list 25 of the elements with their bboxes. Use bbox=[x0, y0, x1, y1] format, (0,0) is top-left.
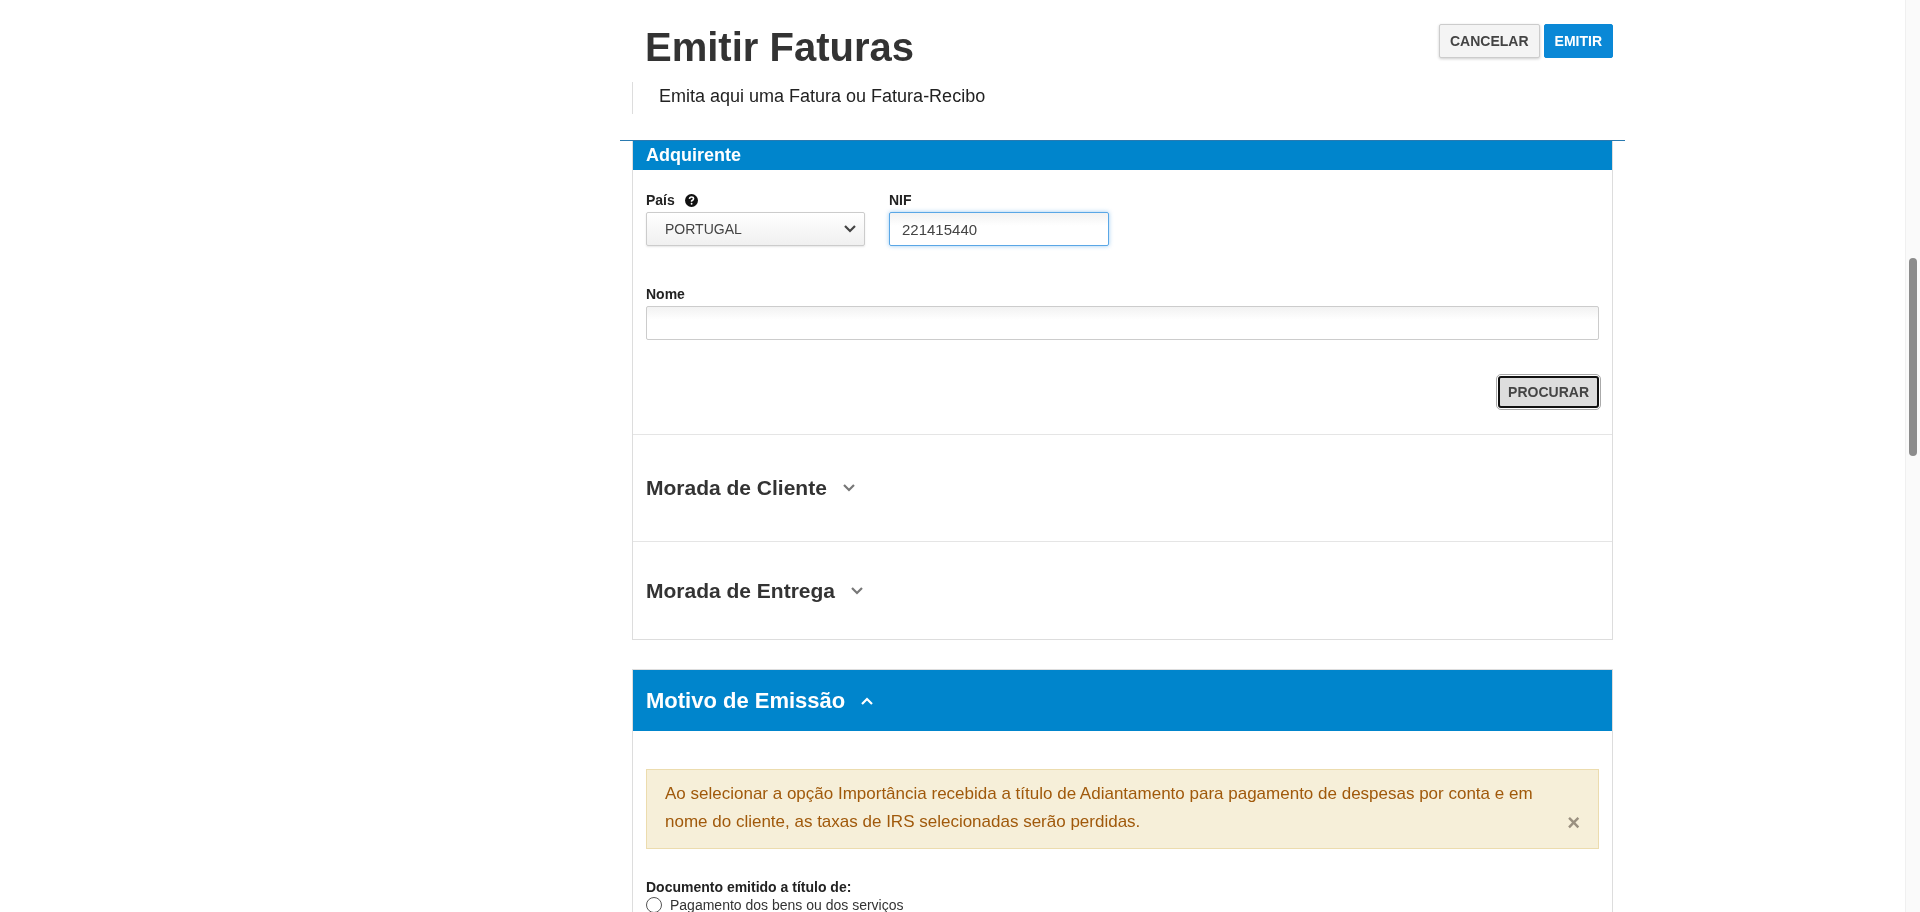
chevron-up-icon bbox=[861, 696, 874, 705]
name-field[interactable] bbox=[646, 306, 1599, 340]
radio-label: Pagamento dos bens ou dos serviços bbox=[670, 897, 904, 912]
nif-field[interactable]: 221415440 bbox=[889, 212, 1109, 246]
chevron-down-icon bbox=[844, 225, 856, 233]
emit-button[interactable]: EMITIR bbox=[1543, 24, 1613, 58]
search-button[interactable]: PROCURAR bbox=[1498, 376, 1599, 408]
scrollbar-thumb[interactable] bbox=[1909, 258, 1917, 456]
radio-button[interactable] bbox=[646, 897, 662, 912]
section-title: Motivo de Emissão bbox=[646, 687, 846, 714]
country-select[interactable]: PORTUGAL bbox=[646, 212, 865, 246]
field-label: Documento emitido a título de: bbox=[646, 879, 853, 895]
field-label: NIF bbox=[889, 192, 912, 208]
alert-text: Ao selecionar a opção Importância recebida a título de Adiantamento para pagamento de despesas por conta e em nome do cliente, as taxas de IRS selecionadas serão perdidas. bbox=[665, 783, 1534, 833]
section-title: Adquirente bbox=[646, 145, 741, 166]
page-title: Emitir Faturas bbox=[645, 24, 914, 70]
section-header[interactable]: Motivo de Emissão bbox=[633, 670, 1612, 731]
cancel-button[interactable]: CANCELAR bbox=[1439, 24, 1540, 58]
chevron-down-icon bbox=[842, 484, 855, 492]
field-label: Nome bbox=[646, 286, 685, 302]
field-label: País bbox=[646, 192, 675, 208]
page-subtitle: Emita aqui uma Fatura ou Fatura-Recibo bbox=[632, 82, 1613, 114]
chevron-down-icon bbox=[851, 586, 864, 595]
scrollbar[interactable] bbox=[1905, 0, 1920, 912]
help-icon[interactable] bbox=[684, 193, 698, 207]
